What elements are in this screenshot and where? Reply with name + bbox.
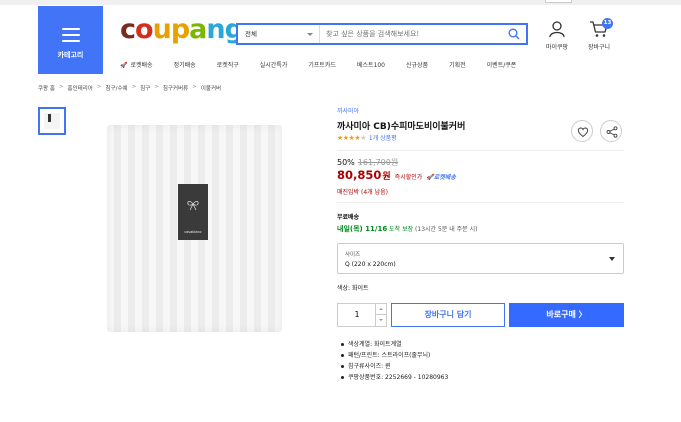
quantity-decrease-button[interactable] — [375, 315, 386, 326]
brand-link[interactable]: 까사미아 — [337, 106, 359, 115]
instant-discount-label: 즉시할인가 — [394, 174, 423, 181]
option-key: 사이즈 — [345, 252, 361, 258]
product-main-image: casablanc — [107, 125, 282, 332]
price-unit: 원 — [382, 172, 391, 182]
chevron-down-icon — [307, 33, 313, 36]
cart-button[interactable]: 장바구니 13 — [582, 18, 616, 51]
top-utility-box[interactable] — [545, 0, 572, 3]
delivery-guarantee: 도착 보장 — [389, 226, 414, 233]
rocket-delivery-badge: 🚀로켓배송 — [426, 174, 456, 181]
nav-rocket-global[interactable]: 로켓직구 — [217, 60, 239, 69]
product-title: 까사미아 CB)수피마도비이불커버 — [337, 122, 466, 132]
category-menu-button[interactable]: 카테고리 — [38, 6, 103, 74]
breadcrumb-item[interactable]: 이불커버 — [201, 84, 221, 92]
mycoupang-button[interactable]: 마이쿠팡 — [540, 20, 574, 51]
color-info: 색상: 화이트 — [337, 285, 369, 292]
delivery-date: 내일(목) 11/16 — [337, 225, 388, 233]
size-option-select[interactable]: 사이즈 Q (220 x 220cm) — [337, 243, 624, 274]
nav-events-coupons[interactable]: 이벤트/쿠폰 — [487, 60, 517, 69]
product-thumbnail[interactable] — [38, 107, 66, 135]
divider — [337, 150, 624, 151]
product-spec-list: 색상계열: 화이트계열 패턴/프린트: 스트라이프(줄무늬) 침구류사이즈: 퀸… — [341, 339, 448, 383]
breadcrumb-item[interactable]: 홈인테리어 — [68, 84, 93, 92]
sale-price: 80,850 원 즉시할인가 🚀로켓배송 — [337, 168, 456, 182]
spec-item: 침구류사이즈: 퀸 — [341, 361, 448, 372]
cart-label: 장바구니 — [587, 44, 611, 51]
breadcrumb-item[interactable]: 침구/수예 — [105, 84, 127, 92]
product-label-tag: casablanc — [178, 184, 208, 240]
search-input[interactable] — [326, 27, 496, 41]
nav-best100[interactable]: 베스트100 — [357, 60, 385, 69]
nav-rocket-delivery[interactable]: 🚀 로켓배송 — [120, 60, 153, 69]
share-button[interactable] — [600, 120, 622, 142]
rating-stars: ★★★★★ — [337, 133, 366, 142]
free-shipping-label: 무료배송 — [337, 214, 360, 221]
main-nav: 🚀 로켓배송 정기배송 로켓직구 실시간특가 기프트카드 베스트100 신규상품 … — [120, 58, 537, 70]
discount-info: 50% 161,700원 — [337, 157, 398, 168]
hamburger-icon — [62, 28, 80, 42]
original-price: 161,700원 — [357, 158, 399, 167]
nav-gift-card[interactable]: 기프트카드 — [308, 60, 336, 69]
breadcrumb-item[interactable]: 쿠팡 홈 — [38, 84, 55, 92]
discount-rate: 50% — [337, 158, 355, 167]
quantity-stepper: 1 — [337, 303, 387, 327]
wishlist-button[interactable] — [571, 120, 593, 142]
cart-count-badge: 13 — [602, 18, 613, 29]
share-icon — [606, 126, 618, 138]
review-count-link[interactable]: 1개 상품평 — [369, 133, 397, 142]
mycoupang-label: 마이쿠팡 — [545, 44, 569, 51]
heart-icon — [577, 127, 589, 138]
category-label: 카테고리 — [57, 51, 84, 59]
search-category-select[interactable]: 전체 — [238, 25, 320, 43]
user-icon — [549, 21, 565, 38]
add-to-cart-button[interactable]: 장바구니 담기 — [391, 303, 505, 327]
nav-new-products[interactable]: 신규상품 — [406, 60, 428, 69]
buy-now-button[interactable]: 바로구매 〉 — [509, 303, 624, 327]
quantity-increase-button[interactable] — [375, 304, 386, 315]
nav-subscription[interactable]: 정기배송 — [174, 60, 196, 69]
order-deadline: (13시간 5분 내 주문 시) — [415, 226, 478, 233]
quantity-value[interactable]: 1 — [338, 304, 376, 326]
spec-item: 쿠팡상품번호: 2252669 - 10280963 — [341, 372, 448, 383]
coupang-logo[interactable]: coupang — [120, 14, 244, 46]
price-value: 80,850 — [337, 168, 382, 182]
breadcrumb-item[interactable]: 침구 — [140, 84, 150, 92]
product-label-text: casablanc — [184, 230, 202, 234]
spec-item: 색상계열: 화이트계열 — [341, 339, 448, 350]
bow-icon — [187, 200, 199, 211]
search-bar: 전체 — [236, 23, 528, 45]
breadcrumb-item[interactable]: 침구커버류 — [163, 84, 188, 92]
nav-promotions[interactable]: 기획전 — [449, 60, 466, 69]
breadcrumb: 쿠팡 홈 > 홈인테리어 > 침구/수예 > 침구 > 침구커버류 > 이불커버 — [38, 84, 222, 92]
chevron-down-icon — [609, 257, 615, 261]
option-value: Q (220 x 220cm) — [345, 261, 396, 268]
nav-live-deals[interactable]: 실시간특가 — [260, 60, 288, 69]
divider — [337, 202, 624, 203]
stock-warning: 매진임박 (4개 남음) — [337, 189, 388, 196]
rating: ★★★★★ 1개 상품평 — [337, 133, 397, 143]
rocket-icon: 🚀 — [120, 61, 128, 69]
search-icon[interactable] — [508, 28, 520, 40]
spec-item: 패턴/프린트: 스트라이프(줄무늬) — [341, 350, 448, 361]
delivery-estimate: 내일(목) 11/16 도착 보장 (13시간 5분 내 주문 시) — [337, 224, 477, 234]
top-utility-bar — [0, 0, 681, 5]
